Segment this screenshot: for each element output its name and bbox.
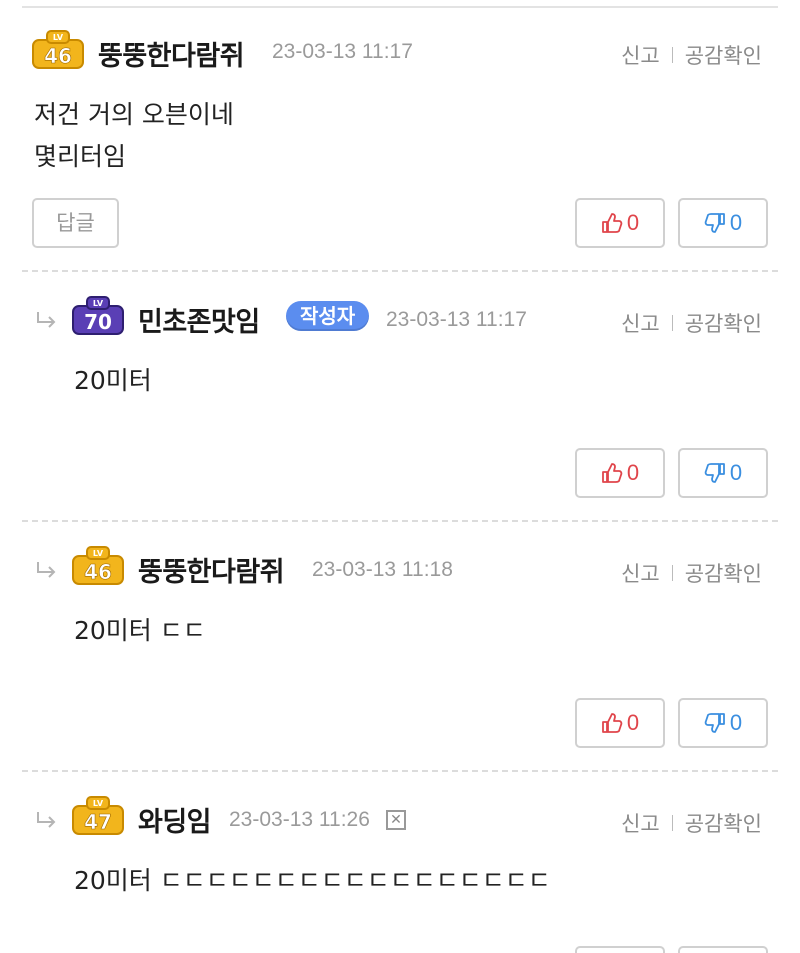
separator — [671, 315, 673, 331]
comment-date: 23-03-13 11:17 — [272, 40, 413, 63]
upvote-button[interactable]: 0 — [575, 198, 665, 248]
downvote-button[interactable]: 0 — [678, 698, 768, 748]
report-link[interactable]: 신고 — [621, 558, 660, 588]
reply-arrow-icon — [34, 308, 60, 332]
report-link[interactable]: 신고 — [621, 40, 660, 70]
svg-text:LV: LV — [53, 33, 64, 42]
svg-text:LV: LV — [93, 799, 104, 808]
comment-body: 20미터 — [74, 366, 152, 395]
divider — [22, 270, 778, 272]
author-badge: 작성자 — [286, 301, 370, 331]
divider — [22, 770, 778, 772]
level-number: 47 — [84, 810, 112, 834]
svg-text:LV: LV — [93, 549, 104, 558]
downvote-count: 0 — [729, 210, 743, 235]
nickname[interactable]: 민초존맛임 — [138, 300, 260, 339]
comment-list: LV 46 뚱뚱한다람쥐 23-03-13 11:17 신고 공감확인 저건 거… — [0, 0, 800, 953]
reply-arrow-icon — [34, 808, 60, 832]
downvote-count: 0 — [729, 460, 743, 485]
separator — [671, 47, 673, 63]
like-check-link[interactable]: 공감확인 — [685, 308, 762, 338]
like-check-link[interactable]: 공감확인 — [685, 558, 762, 588]
nickname[interactable]: 뚱뚱한다람쥐 — [138, 550, 285, 589]
thumbs-down-icon — [704, 463, 725, 483]
report-link[interactable]: 신고 — [621, 808, 660, 838]
level-number: 70 — [84, 310, 112, 334]
comment-body: 저건 거의 오븐이네 몇리터임 — [34, 100, 234, 171]
report-link[interactable]: 신고 — [621, 308, 660, 338]
separator — [671, 815, 673, 831]
comment-date: 23-03-13 11:18 — [312, 558, 453, 581]
comment-date: 23-03-13 11:26 — [229, 808, 370, 831]
like-check-link[interactable]: 공감확인 — [685, 808, 762, 838]
level-badge-icon: LV 47 — [70, 794, 126, 838]
thumbs-up-icon — [601, 463, 623, 483]
level-number: 46 — [84, 560, 112, 584]
level-badge-icon: LV 46 — [70, 544, 126, 588]
upvote-button[interactable]: 0 — [575, 448, 665, 498]
level-badge-icon: LV 46 — [30, 28, 86, 72]
like-check-link[interactable]: 공감확인 — [685, 40, 762, 70]
upvote-button-partial[interactable] — [575, 946, 665, 953]
broken-image-icon: ✕ — [386, 810, 406, 830]
downvote-button-partial[interactable] — [678, 946, 768, 953]
upvote-count: 0 — [626, 460, 640, 485]
reply-button[interactable]: 답글 — [32, 198, 119, 248]
upvote-button[interactable]: 0 — [575, 698, 665, 748]
thumbs-down-icon — [704, 713, 725, 733]
comment-body: 20미터 ㄷㄷ — [74, 616, 206, 645]
top-border — [22, 6, 778, 8]
level-number: 46 — [44, 44, 72, 68]
comment-body: 20미터 ㄷㄷㄷㄷㄷㄷㄷㄷㄷㄷㄷㄷㄷㄷㄷㄷㄷ — [74, 866, 551, 895]
thumbs-up-icon — [601, 713, 623, 733]
nickname[interactable]: 와딩임 — [138, 800, 212, 839]
reply-arrow-icon — [34, 558, 60, 582]
downvote-button[interactable]: 0 — [678, 448, 768, 498]
svg-text:LV: LV — [93, 299, 104, 308]
level-badge-icon: LV 70 — [70, 294, 126, 338]
thumbs-up-icon — [601, 213, 623, 233]
downvote-button[interactable]: 0 — [678, 198, 768, 248]
nickname[interactable]: 뚱뚱한다람쥐 — [98, 34, 245, 73]
separator — [671, 565, 673, 581]
divider — [22, 520, 778, 522]
upvote-count: 0 — [626, 210, 640, 235]
thumbs-down-icon — [704, 213, 725, 233]
comment-date: 23-03-13 11:17 — [386, 308, 527, 331]
upvote-count: 0 — [626, 710, 640, 735]
downvote-count: 0 — [729, 710, 743, 735]
